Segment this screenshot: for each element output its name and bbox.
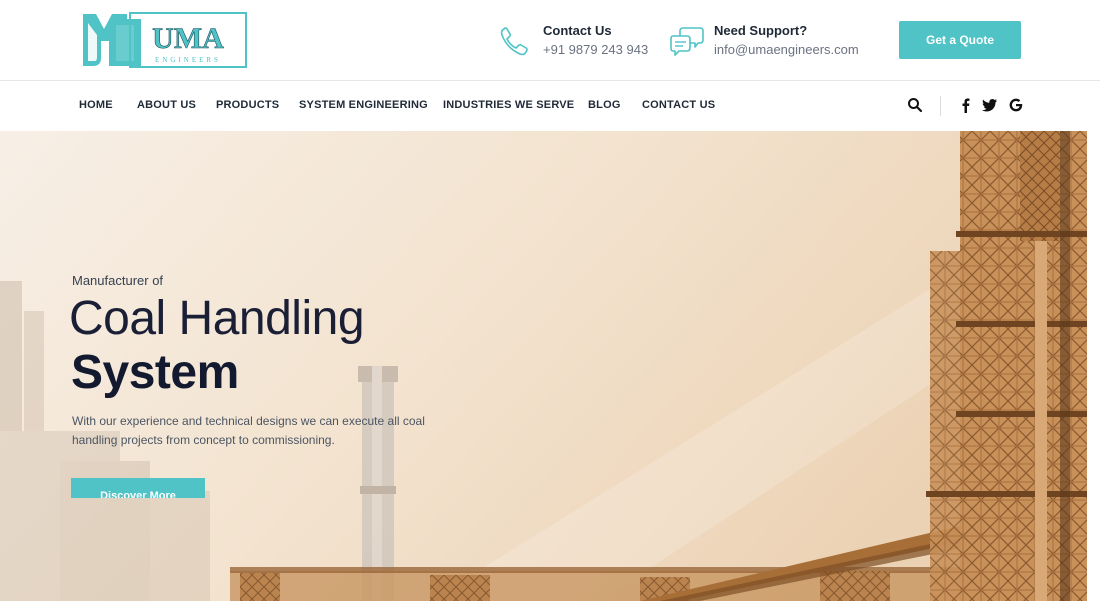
google-icon[interactable]	[1008, 97, 1024, 113]
facebook-icon[interactable]	[958, 97, 974, 113]
discover-more-label: Discover More	[100, 490, 176, 498]
contact-us-block: Contact Us +91 9879 243 943	[498, 22, 658, 62]
svg-text:UMA: UMA	[152, 22, 224, 55]
contact-phone[interactable]: +91 9879 243 943	[543, 42, 648, 57]
chat-bubbles-icon	[669, 24, 704, 58]
twitter-icon[interactable]	[982, 97, 998, 113]
nav-item-products[interactable]: PRODUCTS	[216, 99, 279, 111]
nav-item-blog[interactable]: BLOG	[588, 99, 621, 111]
hero-title-bold: System	[71, 346, 239, 399]
hero-title-light: Coal Handling	[69, 292, 365, 345]
search-icon[interactable]	[907, 97, 923, 113]
get-a-quote-button[interactable]: Get a Quote	[899, 21, 1021, 59]
discover-more-button[interactable]: Discover More	[71, 478, 205, 498]
nav-item-about-us[interactable]: ABOUT US	[137, 99, 196, 111]
hero-eyebrow: Manufacturer of	[72, 273, 164, 288]
main-nav: HOME ABOUT US PRODUCTS SYSTEM ENGINEERIN…	[0, 81, 1100, 131]
nav-divider	[940, 96, 941, 116]
support-title: Need Support?	[714, 23, 808, 38]
contact-us-title: Contact Us	[543, 23, 612, 38]
svg-text:ENGINEERS: ENGINEERS	[155, 56, 221, 64]
hero-description: With our experience and technical design…	[72, 414, 425, 447]
logo-mark: UMA ENGINEERS	[83, 12, 247, 68]
nav-item-industries-we-serve[interactable]: INDUSTRIES WE SERVE	[443, 99, 574, 111]
support-email[interactable]: info@umaengineers.com	[714, 42, 859, 57]
phone-icon	[498, 24, 532, 58]
site-logo[interactable]: UMA ENGINEERS	[82, 11, 248, 69]
nav-item-home[interactable]: HOME	[79, 99, 113, 111]
support-block: Need Support? info@umaengineers.com	[669, 22, 869, 62]
nav-item-system-engineering[interactable]: SYSTEM ENGINEERING	[299, 99, 428, 111]
hero-banner: Manufacturer of Coal Handling System Wit…	[0, 131, 1087, 601]
nav-item-contact-us[interactable]: CONTACT US	[642, 99, 715, 111]
site-header: UMA ENGINEERS Contact Us +91 9879 243 94…	[0, 0, 1100, 81]
page-edge-strip	[1087, 131, 1100, 601]
